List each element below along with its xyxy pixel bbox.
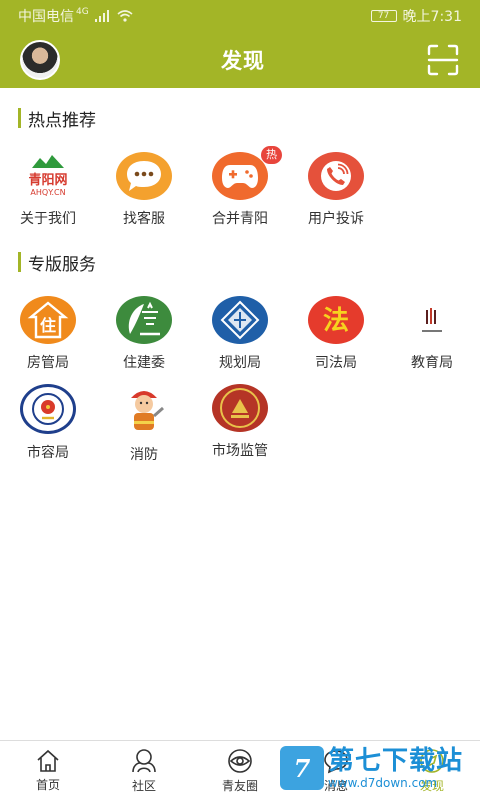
- section-title-services: 专版服务: [18, 250, 480, 275]
- section-accent-bar: [18, 108, 21, 128]
- chat-bubble-icon: [116, 152, 172, 200]
- icon-glyph: 法: [323, 306, 349, 336]
- grid-item-user-complaint[interactable]: 用户投诉: [288, 140, 384, 228]
- status-right: 77 晚上7:31: [370, 6, 462, 26]
- grid-item-education-bureau[interactable]: 教育局: [384, 284, 480, 372]
- grid-item-planning-bureau[interactable]: 规划局: [192, 284, 288, 372]
- grid-item-customer-service[interactable]: 找客服: [96, 140, 192, 228]
- grid-item-label: 关于我们: [20, 211, 76, 227]
- logo-text: 青阳网: [28, 172, 67, 188]
- carrier-text: 中国电信: [18, 9, 74, 25]
- tab-discover[interactable]: 发现: [384, 741, 480, 800]
- logo-sub: AHQY.CN: [30, 188, 65, 197]
- grid-item-city-appearance-bureau[interactable]: 市容局: [0, 372, 96, 461]
- home-icon: [37, 749, 59, 772]
- phone-icon: [308, 152, 364, 200]
- tab-bar: 首页 社区 青友圈 消息 发现: [0, 740, 480, 800]
- planning-bureau-icon: [212, 296, 268, 344]
- tab-label: 社区: [131, 778, 156, 793]
- tab-home[interactable]: 首页: [0, 741, 96, 800]
- tab-friends-circle[interactable]: 青友圈: [192, 741, 288, 800]
- grid-item-label: 规划局: [219, 355, 261, 371]
- housing-bureau-icon: 住: [20, 296, 76, 344]
- grid-item-label: 消防: [130, 447, 158, 463]
- status-bar: 中国电信 4G 77 晚上7:31: [0, 0, 480, 32]
- tab-messages[interactable]: 消息: [288, 741, 384, 800]
- status-left: 中国电信 4G: [18, 6, 133, 26]
- firefighter-icon: [116, 384, 172, 436]
- grid-item-label: 市场监管: [212, 443, 268, 459]
- section-label: 热点推荐: [28, 110, 96, 131]
- avatar[interactable]: [20, 40, 60, 80]
- grid-item-merge-qingyang[interactable]: 热 合并青阳: [192, 140, 288, 228]
- discover-icon: [420, 748, 444, 773]
- icon-glyph: 住: [40, 316, 56, 335]
- city-appearance-emblem-icon: [20, 384, 76, 434]
- battery-level: 77: [377, 10, 390, 21]
- tab-label: 青友圈: [221, 778, 258, 793]
- scan-button[interactable]: [426, 43, 460, 77]
- message-icon: [324, 749, 348, 773]
- services-grid: 住 房管局 住建委 规划局 法 司法局 教育局 市容局 消防 市场监管: [0, 284, 480, 463]
- grid-item-fire-department[interactable]: 消防: [96, 372, 192, 463]
- header: 发现: [0, 32, 480, 88]
- grid-item-label: 用户投诉: [308, 211, 364, 227]
- eye-circle-icon: [228, 748, 252, 773]
- grid-item-about-us[interactable]: 青阳网 AHQY.CN 关于我们: [0, 140, 96, 228]
- construction-committee-icon: [116, 296, 172, 344]
- grid-item-justice-bureau[interactable]: 法 司法局: [288, 284, 384, 372]
- scan-icon: [427, 44, 459, 76]
- education-bureau-icon: [404, 296, 460, 344]
- grid-item-label: 住建委: [123, 355, 165, 371]
- tab-label: 发现: [419, 778, 444, 793]
- tab-community[interactable]: 社区: [96, 741, 192, 800]
- section-title-hot: 热点推荐: [18, 106, 480, 131]
- justice-bureau-icon: 法: [308, 296, 364, 344]
- qingyang-logo-icon: 青阳网 AHQY.CN: [20, 152, 76, 200]
- hot-grid: 青阳网 AHQY.CN 关于我们 找客服 热 合并青阳 用户投诉: [0, 140, 480, 228]
- grid-item-construction-committee[interactable]: 住建委: [96, 284, 192, 372]
- wifi-icon: [117, 10, 133, 22]
- grid-item-label: 教育局: [411, 355, 453, 371]
- network-type: 4G: [76, 7, 89, 17]
- community-icon: [132, 748, 156, 772]
- tab-label: 首页: [35, 777, 60, 792]
- grid-item-market-supervision[interactable]: 市场监管: [192, 372, 288, 460]
- grid-item-label: 司法局: [315, 355, 357, 371]
- grid-item-label: 找客服: [123, 211, 165, 227]
- page-title: 发现: [221, 49, 265, 73]
- hot-badge: 热: [261, 146, 282, 164]
- tab-label: 消息: [323, 778, 348, 793]
- grid-item-label: 房管局: [27, 355, 69, 371]
- grid-item-label: 市容局: [27, 445, 69, 461]
- market-supervision-emblem-icon: [212, 384, 268, 432]
- signal-icon: [94, 10, 109, 22]
- grid-item-housing-bureau[interactable]: 住 房管局: [0, 284, 96, 372]
- gamepad-icon: 热: [212, 146, 282, 200]
- section-label: 专版服务: [28, 254, 96, 275]
- clock: 晚上7:31: [402, 9, 462, 25]
- battery-icon: 77: [370, 10, 397, 22]
- section-accent-bar: [18, 252, 21, 272]
- grid-item-label: 合并青阳: [212, 211, 268, 227]
